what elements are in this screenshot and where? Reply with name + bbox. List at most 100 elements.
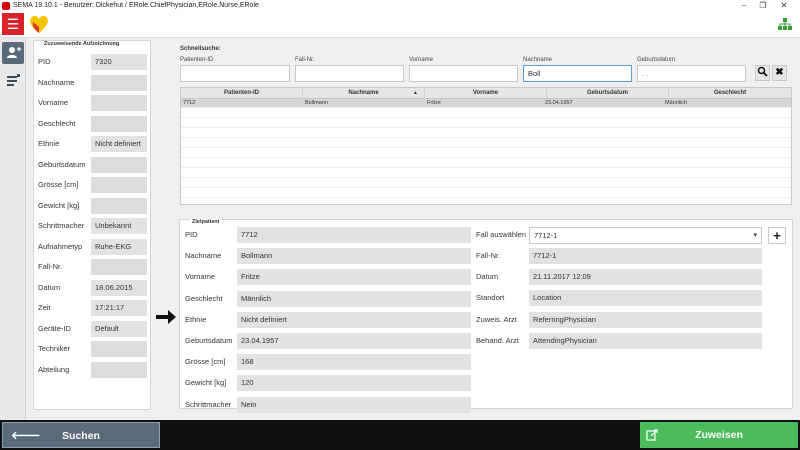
cell-patient-id: 7712 [183,100,196,106]
column-header-birthdate[interactable]: Geburtsdatum [547,88,669,99]
target-field-label: Gewicht [kg] [185,378,227,388]
minimize-button[interactable]: – [736,0,752,12]
search-input-birthdate[interactable]: . . [637,65,746,82]
target-field-value: 7712-1 [529,248,762,264]
record-field-label: Gewicht [kg] [38,200,80,210]
column-header-lastname[interactable]: Nachname ▲ [303,88,425,99]
column-header-firstname[interactable]: Vorname [425,88,547,99]
target-field-behand-arzt: Behand. Arzt AttendingPhysician [476,332,763,349]
window-title: SEMA 19.10.1 - Benutzer: Dickehut / ERol… [13,2,259,9]
search-label-birthdate: Geburtsdatum [637,57,676,63]
search-patient-button[interactable]: 🡐 Suchen [2,422,160,448]
search-label-firstname: Vorname [409,57,434,63]
record-field-label: Zeit [38,303,51,312]
target-field-geburtsdatum: Geburtsdatum 23.04.1957 [185,333,471,349]
target-field-label: Geschlecht [185,293,223,303]
hamburger-menu-button[interactable]: ☰ [2,13,24,35]
record-field-label: Datum [38,282,61,292]
cell-birthdate: 23.04.1957 [545,100,573,106]
record-field-geburtsdatum: Geburtsdatum [34,156,150,173]
maximize-button[interactable]: ❐ [755,0,771,12]
target-field-label: Grösse [cm] [185,357,226,367]
target-field-value: Fritze [237,269,471,286]
add-case-button[interactable]: + [768,227,786,244]
record-panel-legend: Zuzuweisende Aufzeichnung [42,41,122,47]
sort-ascending-icon: ▲ [413,90,418,96]
record-field-value [91,177,147,193]
network-icon[interactable] [778,17,792,31]
target-field-label: Vorname [185,272,216,282]
target-field-datum: Datum 21.11.2017 12:09 [476,269,763,286]
target-field-zuweis-arzt: Zuweis. Arzt ReferringPhysician [476,311,763,328]
column-header-patient-id[interactable]: Patienten-ID [181,88,303,99]
record-field-value [91,197,147,214]
search-input-patient-id[interactable] [180,65,290,82]
target-field-label: Geburtsdatum [185,336,233,345]
record-field-fall-nr: Fall-Nr. [34,259,150,275]
record-field-label: Techniker [38,344,71,353]
heart-logo-icon [30,15,48,33]
record-field-label: Aufnahmetyp [38,241,83,251]
case-select-dropdown[interactable]: 7712-1 ▾ [529,227,762,244]
target-field-value: Nein [237,396,471,413]
search-input-firstname[interactable] [409,65,518,82]
assign-button[interactable]: Zuweisen [640,422,798,448]
record-field-value [91,156,147,173]
app-icon [2,2,10,10]
target-panel-legend: Zielpatient [190,219,222,225]
record-to-assign-panel: Zuzuweisende Aufzeichnung PID 7320 Nachnam… [33,40,151,410]
target-field-fall-nr: Fall-Nr. 7712-1 [476,248,763,264]
target-field-label: Schrittmacher [185,399,232,409]
target-field-value: Bollmann [237,248,471,265]
record-field-pid: PID 7320 [34,54,150,70]
arrow-right-icon [156,310,176,324]
record-field-value [91,115,147,132]
window-titlebar: SEMA 19.10.1 - Benutzer: Dickehut / ERol… [0,0,800,12]
assign-button-label: Zuweisen [695,429,743,441]
target-field-standort: Standort Location [476,290,763,307]
assign-icon [646,429,658,441]
back-arrow-icon: 🡐 [11,430,41,442]
target-field-label: Standort [476,293,505,303]
target-field-label: Datum [476,272,499,282]
record-field-schrittmacher: Schrittmacher Unbekannt [34,218,150,234]
search-input-lastname[interactable]: Boll [523,65,632,82]
quick-search-title: Schnellsuche: [180,46,221,52]
target-field-label: Zuweis. Arzt [476,314,517,324]
record-field-abteilung: Abteilung [34,361,150,378]
record-field-label: Geschlecht [38,118,76,128]
app-header: ☰ [0,12,800,38]
target-field-label: PID [185,230,198,239]
search-input-case-no[interactable] [295,65,404,82]
nav-patient-assign[interactable] [2,42,24,64]
nav-list[interactable] [2,70,24,92]
record-field-value [91,95,147,111]
target-field-vorname: Vorname Fritze [185,269,471,286]
record-field-label: Abteilung [38,364,70,374]
record-field-value [91,341,147,357]
record-field-value [91,259,147,275]
target-field-value: Nicht definiert [237,311,471,328]
record-field-gr-sse-cm: Grösse [cm] [34,177,150,193]
record-field-geschlecht: Geschlecht [34,115,150,132]
target-field-label: Nachname [185,251,222,261]
column-header-lastname-label: Nachname [348,90,379,96]
record-field-value: Ruhe-EKG [91,238,147,255]
search-button[interactable] [755,65,770,81]
target-field-value: 120 [237,375,471,392]
close-button[interactable]: ✕ [776,0,792,12]
record-field-zeit: Zeit 17:21:17 [34,300,150,316]
table-row[interactable]: 7712 Bollmann Fritze 23.04.1957 Männlich [181,99,791,108]
record-field-value: Default [91,320,147,337]
clear-search-button[interactable]: ✖ [772,65,787,81]
record-field-aufnahmetyp: Aufnahmetyp Ruhe-EKG [34,238,150,255]
column-header-gender[interactable]: Geschlecht [669,88,791,99]
chevron-down-icon: ▾ [753,232,757,239]
search-label-case-no: Fall-Nr. [295,57,315,63]
record-field-value: 17:21:17 [91,300,147,316]
target-field-value: Location [529,290,762,307]
record-field-value: 7320 [91,54,147,70]
target-field-schrittmacher: Schrittmacher Nein [185,396,471,413]
search-label-patient-id: Patienten-ID [180,57,214,63]
cell-gender: Männlich [665,100,688,106]
